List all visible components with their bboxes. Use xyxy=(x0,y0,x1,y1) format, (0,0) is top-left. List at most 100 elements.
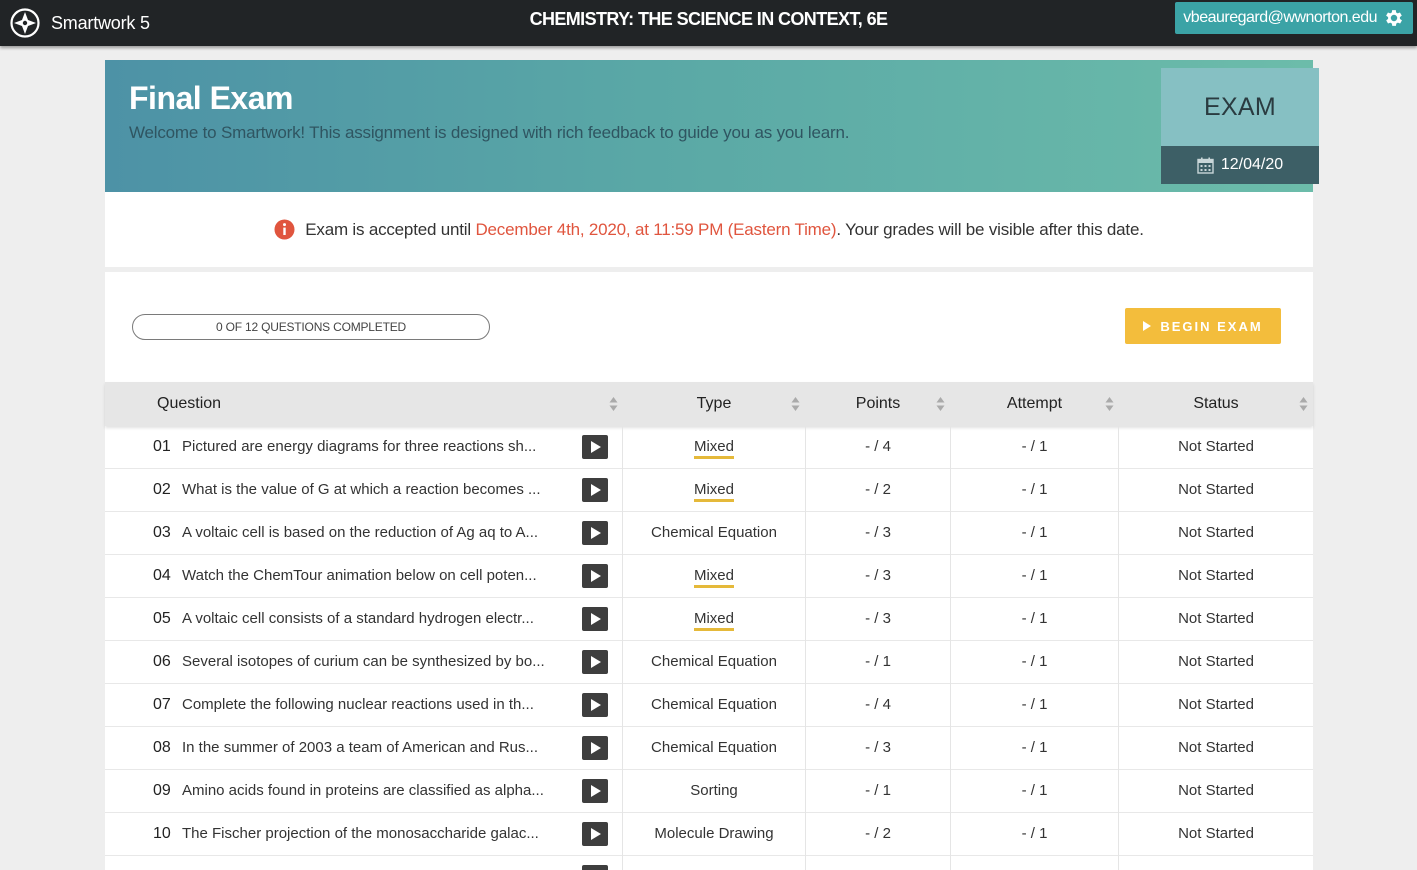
column-header-points-label: Points xyxy=(855,395,901,412)
brand[interactable]: Smartwork 5 xyxy=(9,0,150,46)
table-row[interactable]: 07 Complete the following nuclear reactio… xyxy=(105,684,1313,727)
question-status: Not Started xyxy=(1178,567,1254,584)
question-status: Not Started xyxy=(1178,653,1254,670)
user-menu-button[interactable]: vbeauregard@wwnorton.edu xyxy=(1175,2,1413,34)
question-title-link[interactable]: A voltaic cell consists of a standard hy… xyxy=(182,598,562,640)
play-icon[interactable] xyxy=(582,779,608,803)
question-number: 05 xyxy=(153,610,171,627)
column-header-status-label: Status xyxy=(1193,395,1239,412)
compass-icon xyxy=(10,8,40,38)
question-points: - / 4 xyxy=(865,438,891,455)
sort-icon[interactable] xyxy=(1299,396,1308,412)
table-row[interactable]: 05 A voltaic cell consists of a standard … xyxy=(105,598,1313,641)
deadline-notice: Exam is accepted until December 4th, 202… xyxy=(105,192,1313,267)
question-title-link[interactable]: Watch the ChemTour animation below on ce… xyxy=(182,555,562,597)
sort-icon[interactable] xyxy=(1105,396,1114,412)
gear-icon[interactable] xyxy=(1383,7,1405,29)
question-type-link[interactable]: Mixed xyxy=(693,610,734,631)
begin-exam-button[interactable]: BEGIN EXAM xyxy=(1125,308,1281,344)
question-title-link[interactable]: Pictured are energy diagrams for three r… xyxy=(182,426,562,468)
question-title-link[interactable]: The Fischer projection of the monosaccha… xyxy=(182,813,562,855)
question-number: 07 xyxy=(153,696,171,713)
question-title-link[interactable]: Amino acids found in proteins are classi… xyxy=(182,770,562,812)
page-subtitle: Welcome to Smartwork! This assignment is… xyxy=(129,123,850,142)
play-icon[interactable] xyxy=(582,478,608,502)
question-status: Not Started xyxy=(1178,739,1254,756)
question-attempt: - / 1 xyxy=(1021,653,1048,670)
notice-suffix: . Your grades will be visible after this… xyxy=(836,219,1144,239)
question-number: 01 xyxy=(153,438,171,455)
question-title-link[interactable]: What is the value of G at which a reacti… xyxy=(182,469,562,511)
table-row[interactable]: 02 What is the value of G at which a reac… xyxy=(105,469,1313,512)
table-row[interactable]: 01 Pictured are energy diagrams for three… xyxy=(105,426,1313,469)
sort-icon[interactable] xyxy=(791,396,800,412)
play-icon[interactable] xyxy=(582,607,608,631)
table-row[interactable]: 09 Amino acids found in proteins are clas… xyxy=(105,770,1313,813)
page-title: Final Exam xyxy=(129,80,293,116)
question-type-link[interactable]: Mixed xyxy=(693,567,734,588)
question-attempt: - / 1 xyxy=(1021,782,1048,799)
question-type-link[interactable]: Mixed xyxy=(693,438,734,459)
table-row[interactable]: 04 Watch the ChemTour animation below on … xyxy=(105,555,1313,598)
question-status: Not Started xyxy=(1178,438,1254,455)
play-icon[interactable] xyxy=(582,693,608,717)
question-number: 02 xyxy=(153,481,171,498)
question-points: - / 2 xyxy=(865,825,891,842)
question-type: Chemical Equation xyxy=(651,524,777,541)
question-number: 10 xyxy=(153,825,171,842)
question-number: 06 xyxy=(153,653,171,670)
sort-icon[interactable] xyxy=(936,396,945,412)
question-attempt: - / 1 xyxy=(1021,524,1048,541)
play-icon[interactable] xyxy=(582,564,608,588)
column-header-attempt-label: Attempt xyxy=(1006,395,1063,412)
column-header-status[interactable]: Status xyxy=(1119,382,1313,426)
table-row[interactable]: 06 Several isotopes of curium can be synt… xyxy=(105,641,1313,684)
column-header-attempt[interactable]: Attempt xyxy=(951,382,1118,426)
question-title-link[interactable]: A voltaic cell is based on the reduction… xyxy=(182,512,562,554)
table-row[interactable]: 03 A voltaic cell is based on the reducti… xyxy=(105,512,1313,555)
play-icon[interactable] xyxy=(582,865,608,870)
play-icon[interactable] xyxy=(582,521,608,545)
table-row[interactable]: 08 In the summer of 2003 a team of Americ… xyxy=(105,727,1313,770)
question-type-cell: Mixed xyxy=(623,426,805,468)
sort-icon[interactable] xyxy=(609,396,618,412)
question-type-cell: Chemical Equation xyxy=(623,727,805,769)
questions-card: 0 OF 12 QUESTIONS COMPLETED BEGIN EXAM Q… xyxy=(105,272,1313,870)
play-icon[interactable] xyxy=(582,435,608,459)
question-attempt: - / 1 xyxy=(1021,438,1048,455)
column-header-points[interactable]: Points xyxy=(806,382,950,426)
column-divider xyxy=(950,856,951,870)
question-type-link[interactable]: Mixed xyxy=(693,481,734,502)
question-type: Molecule Drawing xyxy=(654,825,774,842)
exam-badge-label: EXAM xyxy=(1161,68,1319,146)
question-points: - / 2 xyxy=(865,481,891,498)
top-navbar: Smartwork 5 CHEMISTRY: THE SCIENCE IN CO… xyxy=(0,0,1417,46)
question-attempt: - / 1 xyxy=(1021,825,1048,842)
table-row[interactable]: 10 The Fischer projection of the monosacc… xyxy=(105,813,1313,856)
column-header-question-label: Question xyxy=(157,395,222,412)
question-type: Chemical Equation xyxy=(651,696,777,713)
info-icon xyxy=(274,219,295,240)
play-icon[interactable] xyxy=(582,736,608,760)
question-attempt: - / 1 xyxy=(1021,567,1048,584)
due-date: 12/04/20 xyxy=(1161,146,1319,184)
play-icon[interactable] xyxy=(582,822,608,846)
question-type-cell: Sorting xyxy=(623,770,805,812)
column-header-question[interactable]: Question xyxy=(157,382,221,426)
question-points: - / 3 xyxy=(865,739,891,756)
play-icon[interactable] xyxy=(582,650,608,674)
column-header-type[interactable]: Type xyxy=(623,382,805,426)
begin-exam-label: BEGIN EXAM xyxy=(1160,318,1263,334)
question-points: - / 1 xyxy=(865,782,891,799)
table-row[interactable] xyxy=(105,856,1313,870)
question-points: - / 4 xyxy=(865,696,891,713)
course-title: CHEMISTRY: THE SCIENCE IN CONTEXT, 6E xyxy=(529,9,888,29)
question-title-link[interactable]: In the summer of 2003 a team of American… xyxy=(182,727,562,769)
question-status: Not Started xyxy=(1178,825,1254,842)
question-points: - / 1 xyxy=(865,653,891,670)
question-title-link[interactable]: Complete the following nuclear reactions… xyxy=(182,684,562,726)
question-title-link[interactable]: Several isotopes of curium can be synthe… xyxy=(182,641,562,683)
question-points: - / 3 xyxy=(865,610,891,627)
question-number: 04 xyxy=(153,567,171,584)
question-points: - / 3 xyxy=(865,567,891,584)
